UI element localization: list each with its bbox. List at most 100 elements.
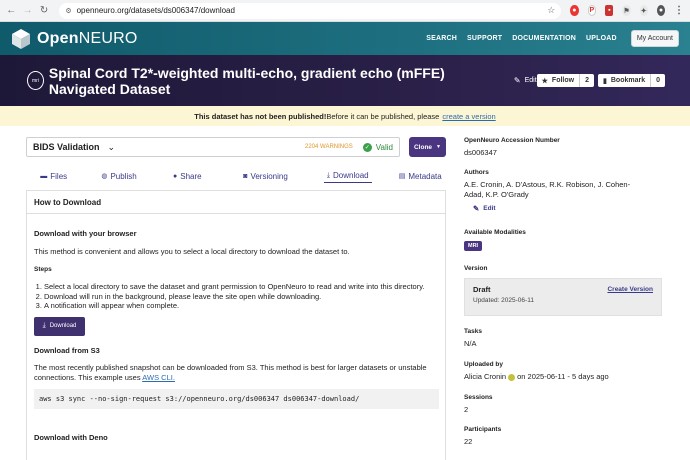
tab-publish[interactable]: ◍ Publish: [81, 169, 156, 183]
camera-icon: ◙: [243, 172, 248, 180]
profile-avatar[interactable]: ●: [656, 5, 666, 16]
uploaded-when: on 2025-06-11 - 5 days ago: [517, 372, 609, 381]
tab-files[interactable]: ▬ Files: [26, 169, 81, 183]
tab-label: Share: [180, 171, 202, 181]
pencil-icon: ✎: [513, 76, 521, 85]
download-button[interactable]: ⤓ Download: [34, 316, 85, 336]
modality-tag[interactable]: MRI: [464, 241, 483, 251]
site-info-icon[interactable]: ⚙: [65, 7, 71, 15]
site-header: OpenNEURO SEARCH SUPPORT DOCUMENTATION U…: [0, 22, 690, 55]
check-icon: ✓: [362, 142, 372, 152]
validation-row: BIDS Validation ⌄ 2204 WARNINGS ✓ Valid …: [26, 137, 446, 157]
clone-label: Clone: [413, 143, 433, 151]
puzzle-icon[interactable]: ✦: [639, 5, 648, 16]
follow-label: Follow: [551, 77, 575, 84]
user-badge-icon: [508, 373, 516, 381]
bookmark-label: Bookmark: [610, 77, 646, 84]
bids-validation-dropdown[interactable]: BIDS Validation ⌄ 2204 WARNINGS ✓ Valid: [26, 137, 400, 157]
nav-search[interactable]: SEARCH: [426, 35, 457, 42]
tab-metadata[interactable]: ▤ Metadata: [395, 169, 446, 183]
bookmark-icon: ▮: [603, 77, 607, 85]
validation-label: BIDS Validation: [33, 142, 100, 152]
dataset-sidebar: OpenNeuro Accession Number ds006347 Auth…: [464, 137, 664, 446]
follow-button[interactable]: ★ Follow 2: [536, 74, 594, 87]
menu-icon[interactable]: ⋮: [674, 5, 684, 16]
participants-value: 22: [464, 437, 473, 446]
download-button-label: Download: [49, 323, 77, 329]
warnings-count: 2204 WARNINGS: [305, 144, 353, 150]
step-item: Download will run in the background, ple…: [44, 292, 438, 302]
tab-label: Publish: [110, 171, 137, 181]
download-icon: ⤓: [326, 171, 331, 179]
tab-label: Metadata: [408, 171, 442, 181]
url-text: openneuro.org/datasets/ds006347/download: [76, 6, 235, 15]
download-icon: ⤓: [42, 322, 46, 329]
star-icon: ★: [541, 77, 548, 85]
dataset-title: Spinal Cord T2*-weighted multi-echo, gra…: [48, 64, 445, 97]
deno-heading: Download with Deno: [34, 432, 108, 442]
reload-icon[interactable]: ↻: [39, 4, 49, 18]
valid-label: Valid: [375, 142, 393, 152]
logo-neuro-text: NEURO: [78, 29, 138, 47]
address-bar[interactable]: ⚙ openneuro.org/datasets/ds006347/downlo…: [59, 2, 562, 19]
edit-authors-label: Edit: [483, 205, 496, 212]
nav-documentation[interactable]: DOCUMENTATION: [512, 35, 576, 42]
participants-label: Participants: [464, 426, 502, 433]
cube-logo-icon: [12, 28, 30, 49]
back-icon[interactable]: ←: [6, 4, 16, 18]
chevron-down-icon: ⌄: [107, 141, 116, 152]
notice-text: Before it can be published, please: [326, 111, 440, 121]
tab-share[interactable]: ● Share: [157, 169, 218, 183]
authors-value: A.E. Cronin, A. D'Astous, R.K. Robison, …: [464, 180, 631, 199]
s3-text-body: The most recently published snapshot can…: [34, 362, 427, 382]
tab-label: Versioning: [250, 171, 288, 181]
user-icon: ●: [173, 172, 178, 180]
clone-button[interactable]: Clone ▼: [409, 137, 446, 157]
tab-versioning[interactable]: ◙ Versioning: [218, 169, 313, 183]
follow-bookmark-group: ★ Follow 2 ▮ Bookmark 0: [536, 74, 665, 87]
step-item: Select a local directory to save the dat…: [44, 282, 438, 292]
panel-heading: How to Download: [27, 191, 445, 214]
s3-heading: Download from S3: [34, 345, 100, 355]
aws-cli-link[interactable]: AWS CLI.: [142, 373, 175, 382]
folder-icon: ▬: [40, 172, 48, 180]
unpublished-notice: This dataset has not been published! Bef…: [0, 106, 690, 126]
extension-icon[interactable]: ⚑: [622, 5, 631, 16]
edit-title-button[interactable]: ✎ Edit: [514, 76, 537, 85]
nav-upload[interactable]: UPLOAD: [586, 35, 617, 42]
tab-download[interactable]: ⤓ Download: [324, 169, 372, 183]
tab-label: Download: [333, 171, 369, 180]
edit-authors-button[interactable]: ✎ Edit: [473, 204, 664, 213]
globe-icon: ◍: [101, 173, 108, 180]
openneuro-logo[interactable]: OpenNEURO: [11, 28, 137, 50]
s3-text: The most recently published snapshot can…: [34, 363, 438, 383]
my-account-button[interactable]: My Account: [630, 30, 679, 47]
create-version-button[interactable]: Create Version: [607, 286, 653, 293]
extension-icon[interactable]: ●: [570, 5, 579, 16]
tasks-value: N/A: [464, 339, 477, 348]
extension-icon[interactable]: ▪: [605, 5, 614, 16]
forward-icon[interactable]: →: [22, 4, 33, 18]
uploader-name: Alicia Cronin: [464, 372, 507, 381]
browser-download-text: This method is convenient and allows you…: [34, 247, 350, 256]
bookmark-count: 0: [650, 74, 665, 87]
download-panel: How to Download Download with your brows…: [26, 190, 446, 460]
create-version-link[interactable]: create a version: [442, 112, 495, 121]
accession-label: OpenNeuro Accession Number: [464, 137, 560, 144]
browser-download-heading: Download with your browser: [34, 229, 137, 238]
pinterest-icon[interactable]: P: [587, 5, 597, 16]
s3-command[interactable]: aws s3 sync --no-sign-request s3://openn…: [34, 388, 439, 409]
dataset-tabs: ▬ Files ◍ Publish ● Share ◙ Versioning ⤓ Down…: [26, 168, 446, 184]
accession-value: ds006347: [464, 148, 497, 157]
version-card: Draft Updated: 2025-06-11 Create Version: [464, 278, 662, 316]
bookmark-star-icon[interactable]: ☆: [547, 5, 555, 16]
modality-badge: mri: [27, 71, 44, 90]
nav-support[interactable]: SUPPORT: [467, 35, 502, 42]
bookmark-button[interactable]: ▮ Bookmark 0: [598, 74, 665, 87]
caret-down-icon: ▼: [436, 144, 441, 150]
dataset-title-band: mri Spinal Cord T2*-weighted multi-echo,…: [0, 55, 690, 106]
follow-count: 2: [579, 74, 594, 87]
uploaded-label: Uploaded by: [464, 361, 504, 368]
sessions-label: Sessions: [464, 394, 493, 401]
authors-label: Authors: [464, 169, 489, 176]
